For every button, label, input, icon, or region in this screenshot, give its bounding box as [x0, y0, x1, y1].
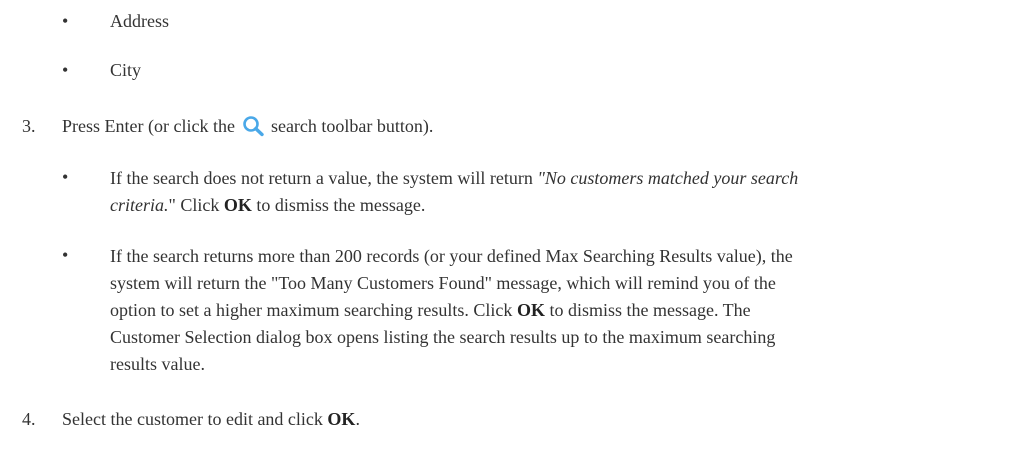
bullet-marker: •: [62, 167, 69, 187]
bullet-marker: •: [62, 11, 69, 31]
bullet-marker: •: [62, 60, 69, 80]
text: Select the customer to edit and click: [62, 409, 328, 429]
step-number: 4.: [22, 409, 36, 429]
search-icon: [241, 115, 267, 137]
step-3-bullet-no-match: If the search does not return a value, t…: [110, 165, 810, 219]
text: .: [355, 409, 360, 429]
text: " Click: [168, 195, 224, 215]
ok-label: OK: [327, 409, 356, 429]
step-3-text-after: search toolbar button).: [270, 116, 434, 136]
step-4-text: Select the customer to edit and click OK…: [62, 407, 360, 431]
bullet-city: City: [110, 60, 142, 80]
ok-label: OK: [223, 195, 252, 215]
ok-label: OK: [516, 300, 545, 320]
step-3-text-before: Press Enter (or click the: [62, 116, 235, 136]
step-3-bullet-too-many: If the search returns more than 200 reco…: [110, 243, 825, 378]
step-number: 3.: [22, 116, 36, 136]
bullet-marker: •: [62, 245, 69, 265]
text: to dismiss the message.: [251, 195, 426, 215]
text: If the search does not return a value, t…: [110, 168, 538, 188]
bullet-address: Address: [110, 11, 169, 31]
step-3-text: Press Enter (or click the search toolbar…: [62, 114, 433, 138]
